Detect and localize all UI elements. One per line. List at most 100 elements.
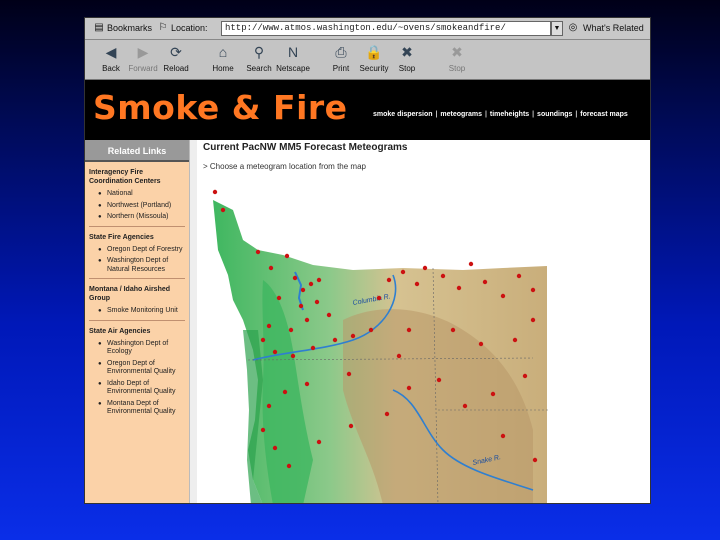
url-input[interactable]: http://www.atmos.washington.edu/~ovens/s… xyxy=(221,21,551,36)
site-nav-link[interactable]: smoke dispersion xyxy=(373,111,433,118)
station-marker[interactable] xyxy=(462,403,468,409)
sidebar-link[interactable]: Northern (Missoula) xyxy=(98,213,189,222)
station-marker[interactable] xyxy=(436,377,442,383)
sidebar-link[interactable]: National xyxy=(98,190,189,199)
sidebar-link[interactable]: Washington Dept of Natural Resources xyxy=(98,257,189,274)
station-marker[interactable] xyxy=(272,445,278,451)
stop-button[interactable]: ✖ Stop xyxy=(387,42,427,78)
netscape-button[interactable]: N Netscape xyxy=(273,42,313,78)
toolbar-button-label: Reload xyxy=(163,64,189,73)
site-nav-link[interactable]: timeheights xyxy=(490,111,529,118)
site-nav-link[interactable]: soundings xyxy=(537,111,572,118)
sidebar-link[interactable]: Idaho Dept of Environmental Quality xyxy=(98,380,189,397)
station-marker[interactable] xyxy=(332,337,338,343)
chevron-down-icon[interactable]: ▼ xyxy=(551,21,563,36)
location-label: Location: xyxy=(171,23,208,33)
station-marker[interactable] xyxy=(298,303,304,309)
station-marker[interactable] xyxy=(282,389,288,395)
station-marker[interactable] xyxy=(260,427,266,433)
whats-related-icon[interactable]: ◎ xyxy=(567,22,579,34)
station-marker[interactable] xyxy=(532,457,538,463)
station-marker[interactable] xyxy=(255,249,261,255)
station-marker[interactable] xyxy=(268,265,274,271)
station-marker[interactable] xyxy=(266,323,272,329)
station-marker[interactable] xyxy=(220,207,226,213)
station-marker[interactable] xyxy=(530,287,536,293)
station-marker[interactable] xyxy=(500,433,506,439)
station-marker[interactable] xyxy=(422,265,428,271)
sidebar-link-list: National Northwest (Portland) Northern (Mi… xyxy=(85,190,189,222)
station-marker[interactable] xyxy=(276,295,282,301)
station-marker[interactable] xyxy=(530,317,536,323)
station-marker[interactable] xyxy=(490,391,496,397)
station-marker[interactable] xyxy=(286,463,292,469)
station-marker[interactable] xyxy=(386,277,392,283)
station-marker[interactable] xyxy=(292,275,298,281)
station-marker[interactable] xyxy=(414,281,420,287)
station-marker[interactable] xyxy=(400,269,406,275)
station-marker[interactable] xyxy=(516,273,522,279)
station-marker[interactable] xyxy=(512,337,518,343)
nav-separator: | xyxy=(483,111,489,118)
sidebar-link[interactable]: Northwest (Portland) xyxy=(98,202,189,211)
station-marker[interactable] xyxy=(326,312,332,318)
station-marker[interactable] xyxy=(350,333,356,339)
station-marker[interactable] xyxy=(440,273,446,279)
station-marker[interactable] xyxy=(500,293,506,299)
station-marker[interactable] xyxy=(316,277,322,283)
meteogram-location-map[interactable]: Columbia R. Snake R. xyxy=(203,180,553,504)
station-marker[interactable] xyxy=(368,327,374,333)
station-marker[interactable] xyxy=(304,381,310,387)
station-marker[interactable] xyxy=(266,403,272,409)
main-content: Current PacNW MM5 Forecast Meteograms > … xyxy=(197,140,650,504)
station-marker[interactable] xyxy=(468,261,474,267)
station-marker[interactable] xyxy=(290,353,296,359)
station-marker[interactable] xyxy=(314,299,320,305)
netscape-icon: N xyxy=(287,44,299,60)
sidebar-sections: Interagency Fire Coordination Centers Nat… xyxy=(85,162,189,417)
page-title: Current PacNW MM5 Forecast Meteograms xyxy=(203,142,408,153)
home-button[interactable]: ⌂ Home xyxy=(203,42,243,78)
sidebar-link-list: Smoke Monitoring Unit xyxy=(85,307,189,316)
sidebar-link[interactable]: Smoke Monitoring Unit xyxy=(98,307,189,316)
station-marker[interactable] xyxy=(406,385,412,391)
station-marker[interactable] xyxy=(304,317,310,323)
stop-button[interactable]: ✖ Stop xyxy=(437,42,477,78)
sidebar-link[interactable]: Oregon Dept of Forestry xyxy=(98,246,189,255)
toolbar-button-label: Stop xyxy=(448,64,466,73)
bookmarks-icon[interactable]: ▤ xyxy=(93,22,105,34)
station-marker[interactable] xyxy=(300,287,306,293)
station-marker[interactable] xyxy=(308,281,314,287)
station-marker[interactable] xyxy=(284,253,290,259)
sidebar-link[interactable]: Oregon Dept of Environmental Quality xyxy=(98,360,189,377)
station-marker[interactable] xyxy=(288,327,294,333)
sidebar-link[interactable]: Washington Dept of Ecology xyxy=(98,340,189,357)
site-nav-link[interactable]: meteograms xyxy=(440,111,482,118)
sidebar-scrollbar[interactable] xyxy=(189,140,197,503)
site-nav-link[interactable]: forecast maps xyxy=(580,111,627,118)
station-marker[interactable] xyxy=(456,285,462,291)
station-marker[interactable] xyxy=(384,411,390,417)
station-marker[interactable] xyxy=(346,371,352,377)
whats-related-button[interactable]: What's Related xyxy=(583,23,644,33)
sidebar-link[interactable]: Montana Dept of Environmental Quality xyxy=(98,400,189,417)
station-marker[interactable] xyxy=(396,353,402,359)
sidebar-section-heading: Interagency Fire Coordination Centers xyxy=(89,169,161,185)
station-marker[interactable] xyxy=(212,189,218,195)
station-marker[interactable] xyxy=(478,341,484,347)
station-marker[interactable] xyxy=(376,295,382,301)
station-marker[interactable] xyxy=(450,327,456,333)
station-marker[interactable] xyxy=(310,345,316,351)
site-title: Smoke & Fire xyxy=(93,88,348,127)
home-icon: ⌂ xyxy=(218,44,228,60)
station-marker[interactable] xyxy=(522,373,528,379)
stop-icon: ✖ xyxy=(401,44,413,60)
station-marker[interactable] xyxy=(260,337,266,343)
station-marker[interactable] xyxy=(348,423,354,429)
bookmarks-button[interactable]: Bookmarks xyxy=(107,23,152,33)
station-marker[interactable] xyxy=(406,327,412,333)
station-marker[interactable] xyxy=(316,439,322,445)
station-marker[interactable] xyxy=(272,349,278,355)
reload-button[interactable]: ⟳ Reload xyxy=(156,42,196,78)
station-marker[interactable] xyxy=(482,279,488,285)
